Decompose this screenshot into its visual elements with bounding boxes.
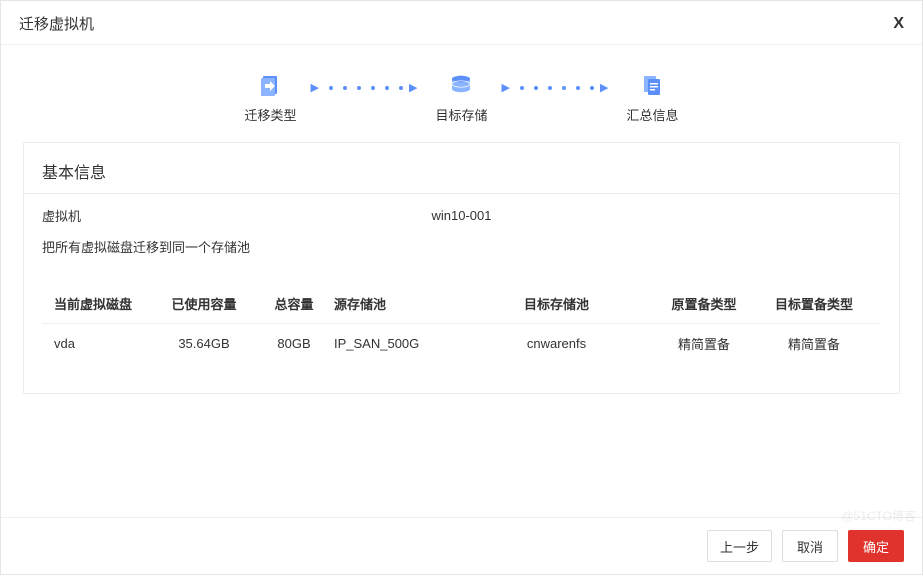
dialog-footer: 上一步 取消 确定 (1, 517, 922, 574)
vm-row: 虚拟机 win10-001 (24, 194, 899, 229)
step-summary: 汇总信息 (626, 71, 678, 124)
migration-note: 把所有虚拟磁盘迁移到同一个存储池 (24, 229, 899, 268)
step-label: 迁移类型 (245, 105, 297, 124)
cell-disk: vda (54, 336, 154, 351)
step-connector: ▶ ▶ (506, 81, 609, 94)
cancel-button[interactable]: 取消 (782, 530, 838, 562)
col-dst-pool: 目标存储池 (464, 294, 649, 313)
cell-used: 35.64GB (154, 336, 254, 351)
cell-total: 80GB (254, 336, 334, 351)
confirm-button[interactable]: 确定 (848, 530, 904, 562)
dialog-header: 迁移虚拟机 X (1, 1, 922, 45)
step-migrate-type: 迁移类型 (245, 71, 297, 124)
dialog-title: 迁移虚拟机 (19, 13, 94, 34)
vm-name: win10-001 (42, 208, 881, 223)
cell-src-prov: 精简置备 (649, 334, 759, 353)
step-connector: ▶ ▶ (315, 81, 418, 94)
panel-title: 基本信息 (24, 153, 899, 194)
prev-button[interactable]: 上一步 (707, 530, 772, 562)
step-label: 汇总信息 (626, 105, 678, 124)
migrate-type-icon (257, 71, 285, 99)
close-icon[interactable]: X (893, 15, 904, 33)
cell-dst-prov: 精简置备 (759, 334, 869, 353)
col-dst-prov: 目标置备类型 (759, 294, 869, 313)
cell-src-pool: IP_SAN_500G (334, 336, 464, 351)
table-header: 当前虚拟磁盘 已使用容量 总容量 源存储池 目标存储池 原置备类型 目标置备类型 (42, 284, 881, 324)
table-row: vda 35.64GB 80GB IP_SAN_500G cnwarenfs 精… (42, 324, 881, 363)
wizard-steps: 迁移类型 ▶ ▶ 目标存储 ▶ ▶ (23, 63, 900, 142)
basic-info-panel: 基本信息 虚拟机 win10-001 把所有虚拟磁盘迁移到同一个存储池 当前虚拟… (23, 142, 900, 394)
col-used: 已使用容量 (154, 294, 254, 313)
dialog-body: 迁移类型 ▶ ▶ 目标存储 ▶ ▶ (1, 45, 922, 517)
col-total: 总容量 (254, 294, 334, 313)
col-src-pool: 源存储池 (334, 294, 464, 313)
step-label: 目标存储 (435, 105, 487, 124)
summary-icon (638, 71, 666, 99)
storage-icon (447, 71, 475, 99)
cell-dst-pool: cnwarenfs (464, 336, 649, 351)
step-target-storage: 目标存储 (435, 71, 487, 124)
col-src-prov: 原置备类型 (649, 294, 759, 313)
disk-table: 当前虚拟磁盘 已使用容量 总容量 源存储池 目标存储池 原置备类型 目标置备类型… (42, 284, 881, 363)
col-disk: 当前虚拟磁盘 (54, 294, 154, 313)
